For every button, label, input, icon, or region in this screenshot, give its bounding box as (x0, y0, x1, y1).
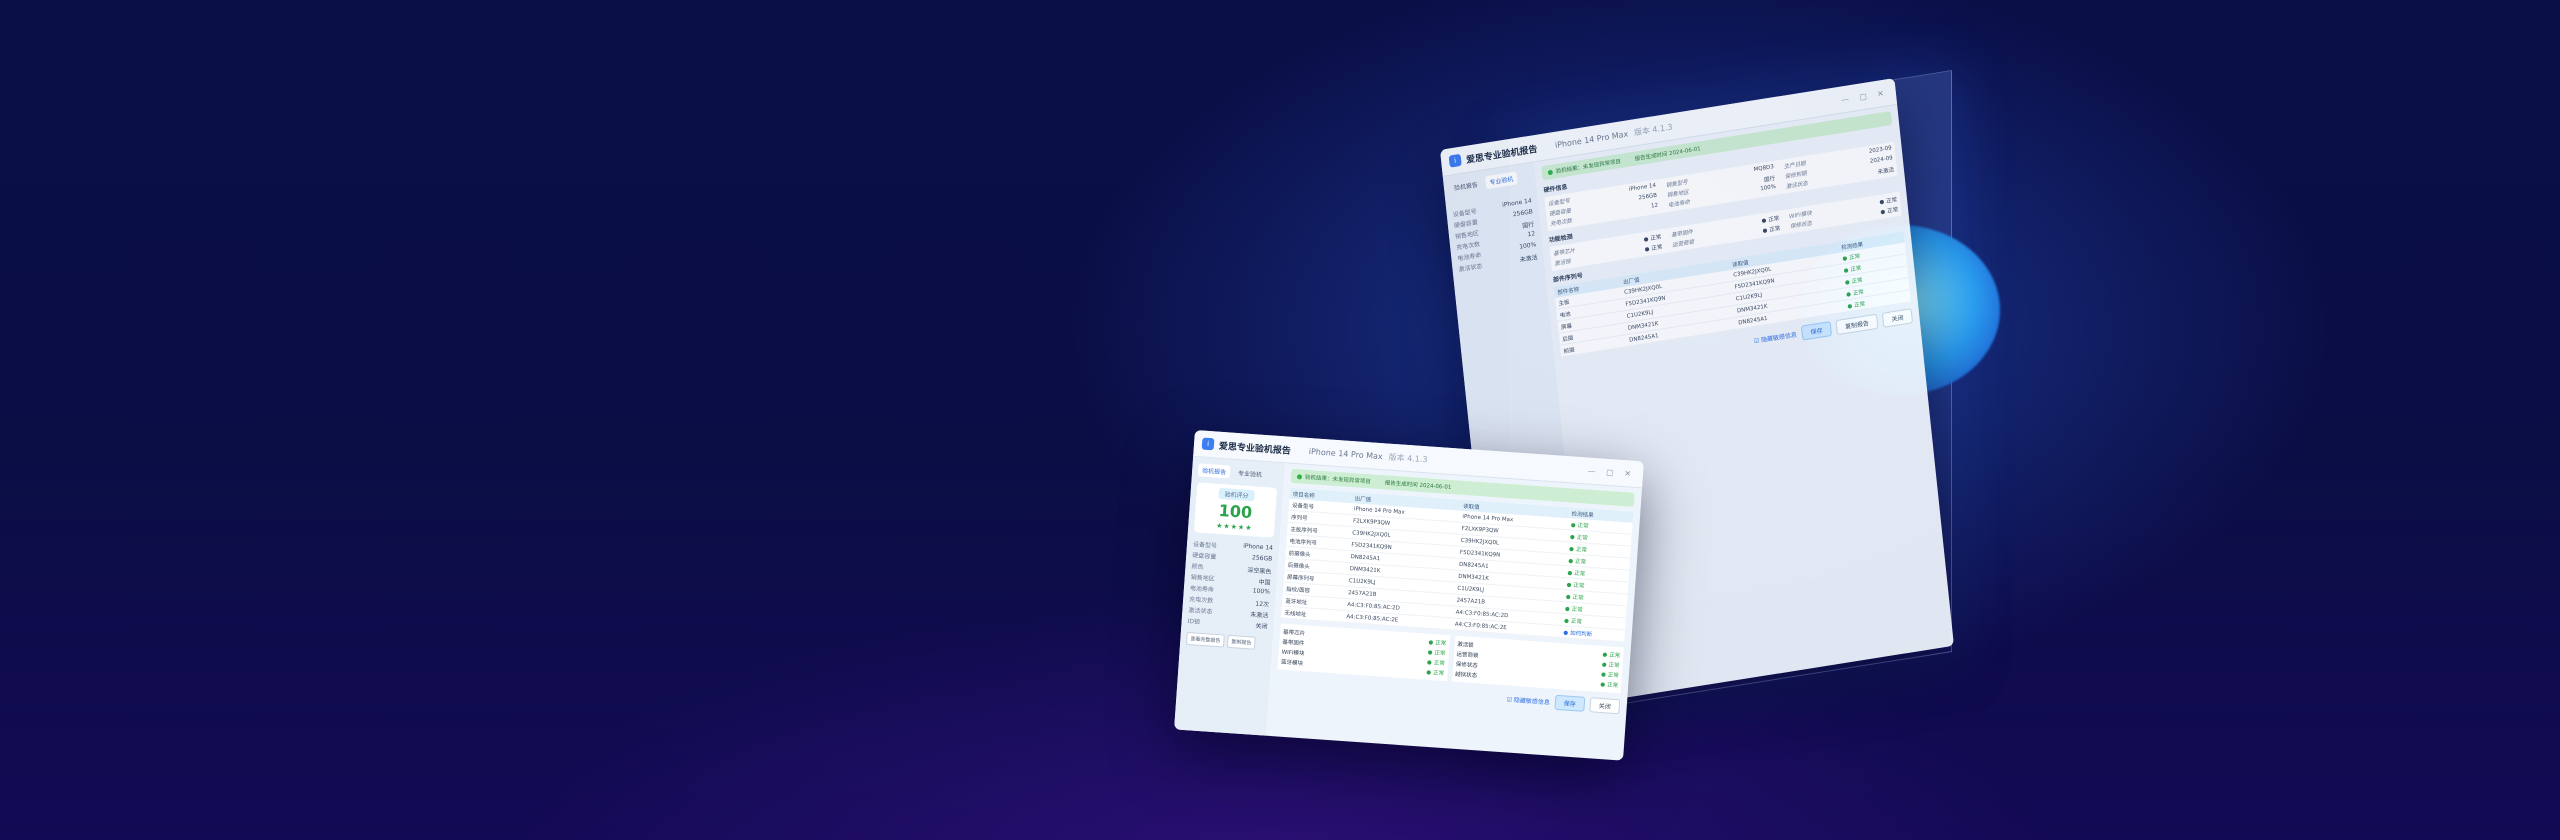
app-logo-icon: i (1448, 153, 1462, 168)
device-model: iPhone 14 Pro Max (1554, 128, 1629, 150)
close-button[interactable]: 关闭 (1589, 697, 1621, 715)
save-button[interactable]: 保存 (1554, 694, 1586, 712)
device-model: iPhone 14 Pro Max (1308, 446, 1384, 461)
report-window-front: i 爱思专业验机报告 iPhone 14 Pro Max 版本 4.1.3 — … (1174, 430, 1644, 761)
copy-report-button[interactable]: 复制报告 (1226, 634, 1256, 650)
save-button[interactable]: 保存 (1800, 321, 1833, 341)
tab-pro[interactable]: 专业验机 (1234, 466, 1267, 481)
tab-report[interactable]: 验机报告 (1197, 463, 1231, 479)
hide-sensitive-checkbox[interactable]: ☑ 隐藏敏感信息 (1753, 329, 1797, 345)
hide-sensitive-checkbox[interactable]: ☑ 隐藏敏感信息 (1506, 694, 1550, 706)
window-controls[interactable]: — ▢ ✕ (1841, 88, 1889, 104)
score-card: 验机评分 100 ★★★★★ (1193, 482, 1278, 538)
module-status-left: 基带芯片正常 基带固件正常 WIFI模块正常 蓝牙模块正常 (1277, 623, 1450, 682)
app-logo-icon: i (1201, 437, 1215, 451)
view-full-report-button[interactable]: 查看完整报告 (1185, 631, 1225, 648)
window-controls[interactable]: — ▢ ✕ (1587, 466, 1635, 478)
app-version: 版本 4.1.3 (1388, 452, 1428, 464)
status-dot-icon (1547, 169, 1554, 176)
app-title: 爱思专业验机报告 (1465, 144, 1538, 166)
app-version: 版本 4.1.3 (1633, 121, 1673, 137)
copy-report-button[interactable]: 复制报告 (1835, 313, 1879, 336)
app-title: 爱思专业验机报告 (1218, 441, 1292, 457)
check-table: 项目名称 出厂值 读取值 检测结果 设备型号 iPhone 14 Pro Max i… (1281, 487, 1634, 643)
module-status-right: 激活锁正常 运营商锁正常 保修状态正常 越狱状态正常 (1451, 635, 1624, 694)
score-label: 验机评分 (1218, 487, 1255, 502)
close-button[interactable]: 关闭 (1881, 308, 1914, 328)
status-dot-icon (1296, 474, 1303, 480)
